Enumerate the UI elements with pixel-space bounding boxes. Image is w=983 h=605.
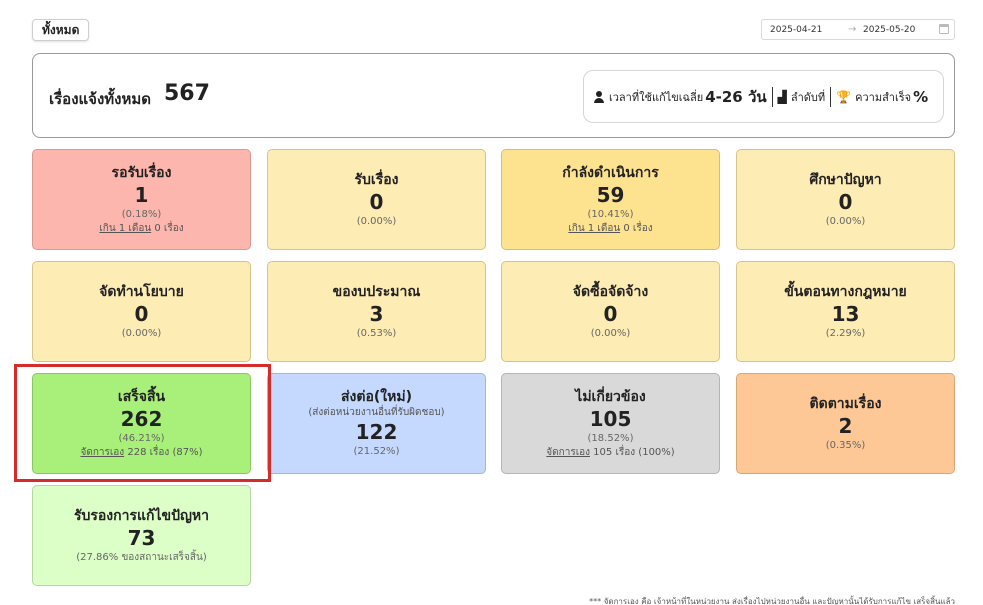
status-count: 3: [369, 301, 384, 326]
status-note-link[interactable]: เกิน 1 เดือน: [99, 223, 151, 234]
status-percent: (0.00%): [590, 327, 631, 339]
status-count: 1: [134, 182, 149, 207]
status-sublabel: (ส่งต่อหน่วยงานอื่นที่รับผิดชอบ): [308, 407, 445, 418]
status-count: 13: [831, 301, 860, 326]
status-card[interactable]: ติดตามเรื่อง 2 (0.35%): [736, 373, 955, 474]
status-percent: (0.35%): [825, 439, 866, 451]
status-count: 0: [369, 189, 384, 214]
status-count: 73: [127, 525, 156, 550]
status-count: 0: [838, 189, 853, 214]
status-card[interactable]: ขั้นตอนทางกฎหมาย 13 (2.29%): [736, 261, 955, 362]
status-note-text: 105 เรื่อง (100%): [590, 446, 675, 458]
status-count: 0: [603, 301, 618, 326]
status-count: 122: [355, 420, 398, 444]
stats-divider: [771, 86, 773, 107]
status-label: รับรองการแก้ไขปัญหา: [73, 507, 210, 524]
rank-label: ลำดับที่: [790, 90, 826, 104]
status-label: รับเรื่อง: [354, 171, 399, 188]
status-card[interactable]: ไม่เกี่ยวข้อง 105 (18.52%) จัดการเอง 105 เร…: [501, 373, 720, 474]
status-card[interactable]: กำลังดำเนินการ 59 (10.41%) เกิน 1 เดือน 0 เ…: [501, 149, 720, 250]
filter-all-button[interactable]: ทั้งหมด: [32, 19, 90, 41]
date-start[interactable]: 2025-04-21: [770, 25, 822, 35]
footnote: *** จัดการเอง คือ เจ้าหน้าที่ในหน่วยงาน …: [589, 597, 955, 605]
status-label: กำลังดำเนินการ: [562, 164, 659, 181]
status-label: ไม่เกี่ยวข้อง: [575, 388, 646, 405]
status-label: จัดทำนโยบาย: [99, 283, 184, 300]
status-percent: (0.18%): [121, 208, 162, 220]
status-count: 262: [120, 406, 163, 431]
status-percent: (0.00%): [825, 215, 866, 227]
status-note-link[interactable]: เกิน 1 เดือน: [568, 223, 620, 234]
status-label: เสร็จสิ้น: [117, 388, 166, 405]
status-note-link[interactable]: จัดการเอง: [546, 447, 590, 458]
user-clock-icon: [593, 90, 605, 103]
date-end[interactable]: 2025-05-20: [863, 25, 915, 35]
status-percent: (27.86% ของสถานะเสร็จสิ้น): [76, 551, 207, 563]
status-card[interactable]: จัดทำนโยบาย 0 (0.00%): [32, 261, 251, 362]
ranking-icon: ▟: [777, 89, 787, 104]
status-note-link[interactable]: จัดการเอง: [80, 447, 124, 458]
success-value: %: [913, 87, 929, 106]
status-label: ศึกษาปัญหา: [809, 171, 882, 188]
status-card[interactable]: เสร็จสิ้น 262 (46.21%) จัดการเอง 228 เรื่อง…: [32, 373, 251, 474]
status-percent: (46.21%): [118, 432, 165, 444]
trophy-icon: 🏆: [836, 89, 852, 104]
success-label: ความสำเร็จ: [855, 90, 912, 104]
status-note: จัดการเอง 105 เรื่อง (100%): [546, 446, 674, 460]
date-arrow: →: [848, 24, 857, 35]
calendar-icon[interactable]: [939, 24, 949, 34]
stats-divider: [830, 86, 832, 107]
status-label: ขั้นตอนทางกฎหมาย: [784, 283, 907, 300]
status-count: 0: [134, 301, 149, 326]
status-card[interactable]: ของบประมาณ 3 (0.53%): [267, 261, 486, 362]
status-label: จัดซื้อจัดจ้าง: [572, 283, 649, 300]
status-card[interactable]: ศึกษาปัญหา 0 (0.00%): [736, 149, 955, 250]
avg-time-label: เวลาที่ใช้แก้ไขเฉลี่ย: [609, 90, 704, 104]
status-percent: (10.41%): [587, 208, 634, 220]
status-percent: (21.52%): [353, 446, 400, 457]
status-count: 2: [838, 413, 853, 438]
status-count: 105: [589, 406, 632, 431]
date-range-picker[interactable]: 2025-04-21 → 2025-05-20: [761, 19, 955, 40]
status-card[interactable]: รับรองการแก้ไขปัญหา 73 (27.86% ของสถานะเสร…: [32, 485, 251, 586]
status-note: จัดการเอง 228 เรื่อง (87%): [80, 446, 202, 460]
status-percent: (0.00%): [356, 215, 397, 227]
status-percent: (0.53%): [356, 327, 397, 339]
status-count: 59: [596, 182, 625, 207]
status-percent: (2.29%): [825, 327, 866, 339]
status-note: เกิน 1 เดือน 0 เรื่อง: [568, 222, 652, 236]
status-card[interactable]: รอรับเรื่อง 1 (0.18%) เกิน 1 เดือน 0 เรื่อง: [32, 149, 251, 250]
status-note-text: 0 เรื่อง: [620, 222, 653, 234]
status-card[interactable]: จัดซื้อจัดจ้าง 0 (0.00%): [501, 261, 720, 362]
summary-panel: เรื่องแจ้งทั้งหมด 567 เวลาที่ใช้แก้ไขเฉล…: [32, 53, 955, 138]
status-note-text: 228 เรื่อง (87%): [124, 446, 203, 458]
status-label: ของบประมาณ: [332, 283, 421, 300]
status-card[interactable]: ส่งต่อ(ใหม่) (ส่งต่อหน่วยงานอื่นที่รับผิด…: [267, 373, 486, 474]
stats-box: เวลาที่ใช้แก้ไขเฉลี่ย 4-26 วัน ▟ ลำดับที…: [583, 70, 944, 123]
summary-title: เรื่องแจ้งทั้งหมด: [49, 90, 152, 108]
status-note: เกิน 1 เดือน 0 เรื่อง: [99, 222, 183, 236]
status-card[interactable]: รับเรื่อง 0 (0.00%): [267, 149, 486, 250]
summary-total: 567: [164, 81, 210, 106]
status-label: ติดตามเรื่อง: [809, 395, 882, 412]
status-label: ส่งต่อ(ใหม่): [341, 389, 412, 405]
status-note-text: 0 เรื่อง: [151, 222, 184, 234]
status-label: รอรับเรื่อง: [111, 164, 172, 181]
avg-time-value: 4-26 วัน: [705, 87, 767, 106]
status-percent: (0.00%): [121, 327, 162, 339]
status-percent: (18.52%): [587, 432, 634, 444]
